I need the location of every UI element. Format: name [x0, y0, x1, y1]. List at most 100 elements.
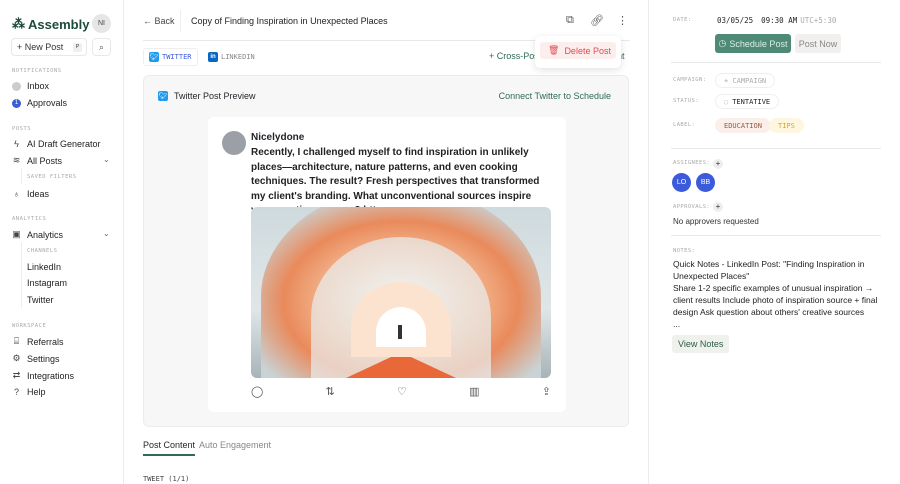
preview-title-text: Twitter Post Preview	[174, 91, 256, 101]
sidebar-item-referrals[interactable]: ⌸ Referrals	[12, 336, 64, 347]
tab-auto-engagement[interactable]: Auto Engagement	[199, 440, 271, 450]
sidebar-item-help[interactable]: ? Help	[12, 387, 46, 397]
divider	[671, 148, 881, 149]
share-icon[interactable]: ⇪	[542, 385, 551, 398]
sidebar-channel-twitter[interactable]: Twitter	[27, 295, 54, 305]
tweet-username: Nicelydone	[251, 132, 305, 143]
tweet-actions: ◯ ⇅ ♡ ▥ ⇪	[251, 385, 551, 398]
add-assignee-button[interactable]: +	[713, 159, 723, 169]
posts-heading: POSTS	[12, 126, 32, 132]
ideas-label: Ideas	[27, 189, 50, 199]
assignee-avatar[interactable]: BB	[696, 173, 715, 192]
label-education[interactable]: EDUCATION	[715, 118, 771, 133]
reply-icon[interactable]: ◯	[251, 385, 263, 398]
new-post-button[interactable]: + New Post P	[11, 38, 87, 56]
sidebar-item-analytics[interactable]: ▣ Analytics	[12, 229, 63, 240]
divider	[180, 10, 181, 32]
stack-icon: ≋	[12, 155, 21, 165]
chevron-down-icon[interactable]: ⌄	[103, 155, 110, 164]
retweet-icon[interactable]: ⇅	[326, 385, 335, 398]
integrations-label: Integrations	[27, 370, 75, 381]
brand-name: Assembly	[28, 16, 90, 32]
inbox-label: Inbox	[27, 81, 50, 91]
delete-post-menu-item[interactable]: 🗑︎ Delete Post	[540, 42, 616, 59]
status-pill[interactable]: ◌ TENTATIVE	[715, 94, 780, 109]
approvals-label: Approvals	[27, 98, 68, 108]
post-now-button[interactable]: Post Now	[795, 34, 841, 53]
tab-post-content[interactable]: Post Content	[143, 440, 196, 456]
twitter-icon: 🐦︎	[158, 91, 168, 101]
user-avatar[interactable]: NI	[92, 14, 111, 33]
sidebar-item-ai-draft[interactable]: ϟ AI Draft Generator	[12, 139, 100, 149]
delete-post-label: Delete Post	[564, 45, 611, 56]
sidebar-channel-linkedin[interactable]: LinkedIn	[27, 262, 61, 272]
logo-icon: ⁂	[12, 16, 25, 31]
status-value: TENTATIVE	[732, 97, 771, 106]
help-label: Help	[27, 387, 46, 397]
date-label: DATE:	[673, 17, 692, 23]
saved-filters-heading: SAVED FILTERS	[27, 174, 77, 180]
timezone-value: UTC+5:30	[800, 16, 837, 25]
sidebar: ⁂ Assembly NI + New Post P ⌕ NOTIFICATIONS…	[0, 0, 124, 484]
chevron-down-icon[interactable]: ⌄	[103, 229, 110, 238]
lightbulb-icon: ♁	[13, 189, 20, 199]
assignees-label: ASSIGNEES:	[673, 160, 711, 166]
copy-icon[interactable]: ⧉	[566, 14, 574, 27]
tweet-image	[251, 207, 551, 378]
search-icon: ⌕	[98, 42, 105, 52]
tree-line	[21, 242, 22, 308]
sidebar-item-inbox[interactable]: Inbox	[12, 81, 49, 91]
views-icon[interactable]: ▥	[469, 385, 479, 398]
sidebar-item-settings[interactable]: ⚙ Settings	[12, 353, 59, 364]
link-icon[interactable]: 🔗︎	[590, 14, 604, 27]
sidebar-item-integrations[interactable]: ⇄ Integrations	[12, 370, 74, 381]
schedule-datetime[interactable]: 03/05/25 09:30 AM UTC+5:30	[717, 16, 836, 25]
details-panel: DATE: 03/05/25 09:30 AM UTC+5:30 ◷ Schedule…	[649, 0, 900, 484]
cross-post-button[interactable]: + Cross-Post	[489, 51, 541, 61]
back-button[interactable]: ← Back	[143, 16, 175, 26]
label-label: LABEL:	[673, 122, 696, 128]
sidebar-channel-instagram[interactable]: Instagram	[27, 278, 67, 288]
view-notes-button[interactable]: View Notes	[672, 335, 730, 353]
sidebar-item-ideas[interactable]: ♁ Ideas	[12, 189, 49, 199]
architecture-arches-image	[261, 207, 541, 378]
label-tips[interactable]: TIPS	[769, 118, 804, 133]
linkedin-icon: in	[208, 52, 218, 62]
preview-card: 🐦︎ Twitter Post Preview Connect Twitter t…	[143, 75, 629, 427]
approvals-count-badge: 1	[12, 98, 21, 108]
assignee-avatar[interactable]: LO	[672, 173, 691, 192]
brand-logo[interactable]: ⁂ Assembly	[12, 16, 89, 32]
platform-tab-twitter[interactable]: 🐦︎ TWITTER	[143, 48, 198, 66]
workspace-heading: WORKSPACE	[12, 323, 47, 329]
approvals-label: APPROVALS:	[673, 204, 711, 210]
channels-heading: CHANNELS	[27, 248, 58, 254]
platform-tab-linkedin[interactable]: in LINKEDIN	[208, 48, 255, 66]
status-label: STATUS:	[673, 98, 699, 104]
sidebar-item-approvals[interactable]: 1 Approvals	[12, 98, 67, 108]
search-button[interactable]: ⌕	[92, 38, 111, 56]
campaign-add-button[interactable]: + CAMPAIGN	[715, 73, 776, 88]
help-icon: ?	[13, 387, 19, 397]
date-value[interactable]: 03/05/25	[717, 16, 753, 25]
like-icon[interactable]: ♡	[397, 385, 407, 398]
new-post-label: + New Post	[17, 42, 64, 52]
inbox-icon	[12, 81, 21, 91]
notes-label: NOTES:	[673, 248, 696, 254]
notifications-heading: NOTIFICATIONS	[12, 68, 62, 74]
tree-line	[21, 168, 22, 184]
schedule-post-button[interactable]: ◷ Schedule Post	[715, 34, 791, 53]
editor-main: ← Back Copy of Finding Inspiration in Un…	[124, 0, 649, 484]
more-options-icon[interactable]: ⋮	[617, 14, 628, 27]
sidebar-item-all-posts[interactable]: ≋ All Posts	[12, 155, 62, 166]
divider	[671, 235, 881, 236]
more-options-menu: 🗑︎ Delete Post	[535, 36, 621, 68]
preview-title: 🐦︎ Twitter Post Preview	[158, 91, 256, 101]
connect-twitter-link[interactable]: Connect Twitter to Schedule	[499, 91, 611, 101]
schedule-label: Schedule Post	[729, 38, 788, 49]
time-value[interactable]: 09:30 AM	[761, 16, 797, 25]
chart-icon: ▣	[12, 229, 21, 239]
tweet-count-label: TWEET (1/1)	[143, 475, 190, 483]
twitter-label: TWITTER	[162, 53, 192, 61]
add-approver-button[interactable]: +	[713, 202, 723, 212]
tweet-card: Nicelydone Recently, I challenged myself…	[208, 117, 566, 412]
